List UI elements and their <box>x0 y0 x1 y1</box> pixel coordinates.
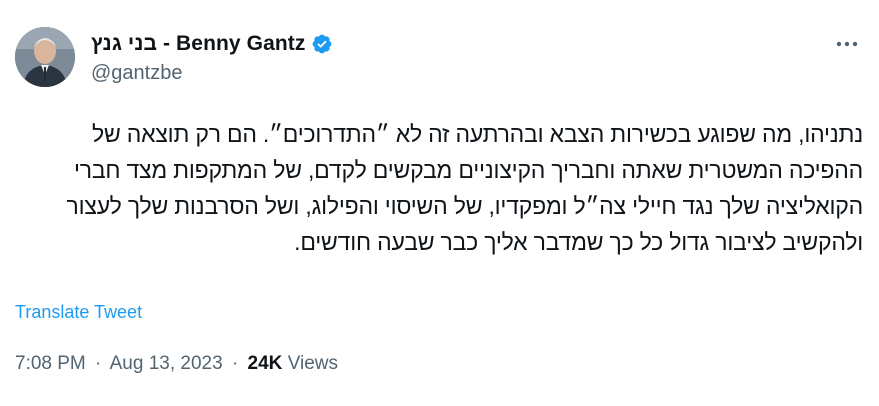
meta-separator: · <box>95 353 102 374</box>
author-handle[interactable]: @gantzbe <box>91 62 333 85</box>
tweet-meta: 7:08 PM · Aug 13, 2023 · 24K Views <box>15 353 338 375</box>
author-name[interactable]: בני גנץ - Benny Gantz <box>91 32 305 56</box>
verified-badge-icon[interactable] <box>311 33 333 55</box>
profile-photo-icon <box>15 27 75 87</box>
tweet-header: בני גנץ - Benny Gantz @gantzbe <box>15 27 864 91</box>
author-block: בני גנץ - Benny Gantz @gantzbe <box>91 31 333 85</box>
meta-separator: · <box>231 353 239 374</box>
more-dots-icon <box>836 41 858 47</box>
tweet-card: בני גנץ - Benny Gantz @gantzbe נתניהו, מ… <box>0 0 879 406</box>
tweet-text: נתניהו, מה שפוגע בכשירות הצבא ובהרתעה זה… <box>66 121 864 255</box>
views-label: Views <box>287 353 339 374</box>
tweet-time[interactable]: 7:08 PM <box>15 353 86 374</box>
avatar[interactable] <box>15 27 75 87</box>
more-options-button[interactable] <box>830 27 864 61</box>
views-count[interactable]: 24K <box>248 353 283 374</box>
translate-tweet-link[interactable]: Translate Tweet <box>15 302 142 323</box>
tweet-date[interactable]: Aug 13, 2023 <box>110 353 223 374</box>
